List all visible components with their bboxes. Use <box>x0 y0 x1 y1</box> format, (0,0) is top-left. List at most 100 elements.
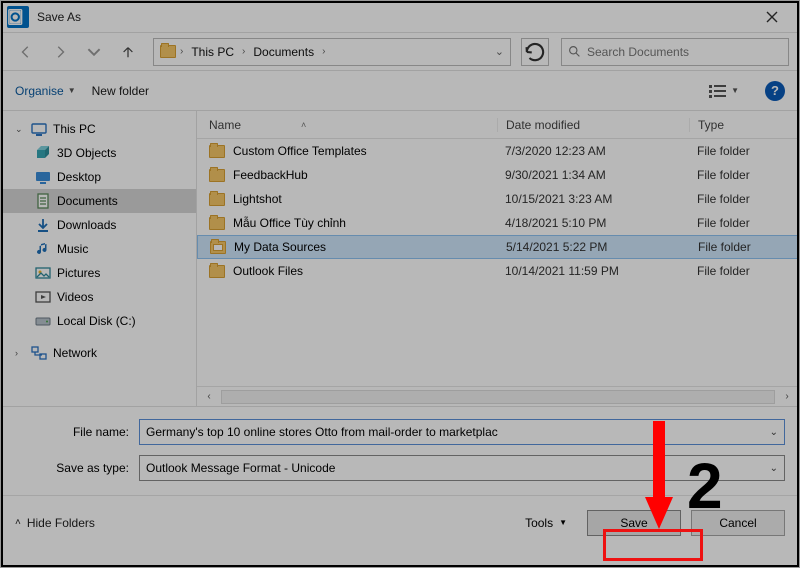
collapse-icon[interactable]: ⌄ <box>15 124 25 135</box>
save-button[interactable]: Save <box>587 510 681 536</box>
cancel-button[interactable]: Cancel <box>691 510 785 536</box>
file-date: 7/3/2020 12:23 AM <box>497 144 689 158</box>
breadcrumb-this-pc[interactable]: This PC <box>187 45 238 59</box>
tree-item[interactable]: Local Disk (C:) <box>1 309 196 333</box>
navbar: › This PC › Documents › ⌄ Search Documen… <box>1 33 799 71</box>
tree-item[interactable]: Downloads <box>1 213 196 237</box>
col-date[interactable]: Date modified <box>497 118 689 132</box>
chevron-right-icon: › <box>322 46 325 57</box>
view-options-button[interactable]: ▼ <box>709 84 739 98</box>
tree-item-label: Local Disk (C:) <box>57 314 136 328</box>
file-date: 4/18/2021 5:10 PM <box>497 216 689 230</box>
file-name: Mẫu Office Tùy chỉnh <box>233 216 346 230</box>
new-folder-button[interactable]: New folder <box>92 84 149 98</box>
search-field[interactable]: Search Documents <box>561 38 789 66</box>
chevron-down-icon[interactable]: ⌄ <box>770 427 778 438</box>
file-type: File folder <box>689 264 799 278</box>
tree-item-icon <box>35 313 51 329</box>
file-type: File folder <box>689 168 799 182</box>
tree-item[interactable]: Documents <box>1 189 196 213</box>
filename-input[interactable]: Germany's top 10 online stores Otto from… <box>139 419 785 445</box>
tree-item-label: Downloads <box>57 218 116 232</box>
scrollbar-track[interactable] <box>221 390 775 404</box>
tree-item-label: Videos <box>57 290 93 304</box>
file-type: File folder <box>690 240 798 254</box>
folder-location-icon <box>160 44 176 60</box>
address-bar[interactable]: › This PC › Documents › ⌄ <box>153 38 511 66</box>
search-placeholder: Search Documents <box>587 45 689 59</box>
file-name: Outlook Files <box>233 264 303 278</box>
footer: ˄Hide Folders Tools ▼ Save Cancel <box>1 495 799 549</box>
titlebar: Save As <box>1 1 799 33</box>
hide-folders-toggle[interactable]: ˄Hide Folders <box>15 516 95 530</box>
save-as-dialog: Save As › This PC › Documents › ⌄ Search… <box>0 0 800 568</box>
network-icon <box>31 345 47 361</box>
window-title: Save As <box>37 10 81 24</box>
organise-menu[interactable]: Organise ▼ <box>15 84 76 98</box>
address-history-dropdown[interactable]: ⌄ <box>495 45 504 58</box>
chevron-down-icon[interactable]: ⌄ <box>770 463 778 474</box>
main-pane: ⌄ This PC 3D Objects Desktop Documents Down… <box>1 111 799 407</box>
folder-icon <box>209 193 225 206</box>
tree-this-pc[interactable]: ⌄ This PC <box>1 117 196 141</box>
tree-item[interactable]: Desktop <box>1 165 196 189</box>
table-row[interactable]: Mẫu Office Tùy chỉnh 4/18/2021 5:10 PMFil… <box>197 211 799 235</box>
tree-item-label: Documents <box>57 194 118 208</box>
tree-item-icon <box>35 169 51 185</box>
col-type[interactable]: Type <box>689 118 799 132</box>
tree-item-icon <box>35 289 51 305</box>
col-name[interactable]: Name <box>209 118 241 132</box>
chevron-right-icon: › <box>180 46 183 57</box>
file-name: My Data Sources <box>234 240 326 254</box>
forward-button[interactable] <box>45 38 75 66</box>
expand-icon[interactable]: › <box>15 348 25 358</box>
tree-item-label: Desktop <box>57 170 101 184</box>
close-button[interactable] <box>749 1 795 33</box>
up-button[interactable] <box>113 38 143 66</box>
file-type: File folder <box>689 216 799 230</box>
folder-icon <box>209 169 225 182</box>
navigation-tree[interactable]: ⌄ This PC 3D Objects Desktop Documents Down… <box>1 111 197 406</box>
file-name: FeedbackHub <box>233 168 308 182</box>
file-type: File folder <box>689 144 799 158</box>
tree-item[interactable]: Pictures <box>1 261 196 285</box>
file-name: Custom Office Templates <box>233 144 367 158</box>
tree-item-icon <box>35 265 51 281</box>
tree-item[interactable]: 3D Objects <box>1 141 196 165</box>
table-row[interactable]: Lightshot10/15/2021 3:23 AMFile folder <box>197 187 799 211</box>
tree-item-icon <box>35 193 51 209</box>
tree-network[interactable]: › Network <box>1 341 196 365</box>
folder-icon <box>209 145 225 158</box>
file-date: 9/30/2021 1:34 AM <box>497 168 689 182</box>
back-button[interactable] <box>11 38 41 66</box>
outlook-app-icon <box>7 6 29 28</box>
table-row[interactable]: Outlook Files 10/14/2021 11:59 PMFile fol… <box>197 259 799 283</box>
help-button[interactable]: ? <box>765 81 785 101</box>
tools-menu[interactable]: Tools ▼ <box>525 516 567 530</box>
file-date: 10/14/2021 11:59 PM <box>497 264 689 278</box>
column-headers[interactable]: Name˄ Date modified Type <box>197 111 799 139</box>
table-row[interactable]: FeedbackHub 9/30/2021 1:34 AMFile folder <box>197 163 799 187</box>
filename-label: File name: <box>15 425 139 439</box>
breadcrumb-documents[interactable]: Documents <box>249 45 318 59</box>
folder-icon <box>209 217 225 230</box>
tree-item[interactable]: Music <box>1 237 196 261</box>
savetype-label: Save as type: <box>15 461 139 475</box>
tree-item-label: 3D Objects <box>57 146 116 160</box>
horizontal-scrollbar[interactable]: ‹ › <box>197 386 799 406</box>
save-form: File name: Germany's top 10 online store… <box>1 407 799 495</box>
recent-dropdown[interactable] <box>79 38 109 66</box>
savetype-select[interactable]: Outlook Message Format - Unicode ⌄ <box>139 455 785 481</box>
table-row[interactable]: My Data Sources5/14/2021 5:22 PMFile fol… <box>197 235 799 259</box>
command-bar: Organise ▼ New folder ▼ ? <box>1 71 799 111</box>
tree-item-label: Pictures <box>57 266 100 280</box>
file-type: File folder <box>689 192 799 206</box>
chevron-right-icon: › <box>242 46 245 57</box>
tree-item[interactable]: Videos <box>1 285 196 309</box>
refresh-button[interactable] <box>521 38 549 66</box>
table-row[interactable]: Custom Office Templates 7/3/2020 12:23 AM… <box>197 139 799 163</box>
file-list: Name˄ Date modified Type Custom Office T… <box>197 111 799 406</box>
scroll-left-icon[interactable]: ‹ <box>201 389 217 405</box>
scroll-right-icon[interactable]: › <box>779 389 795 405</box>
search-icon <box>568 45 581 58</box>
